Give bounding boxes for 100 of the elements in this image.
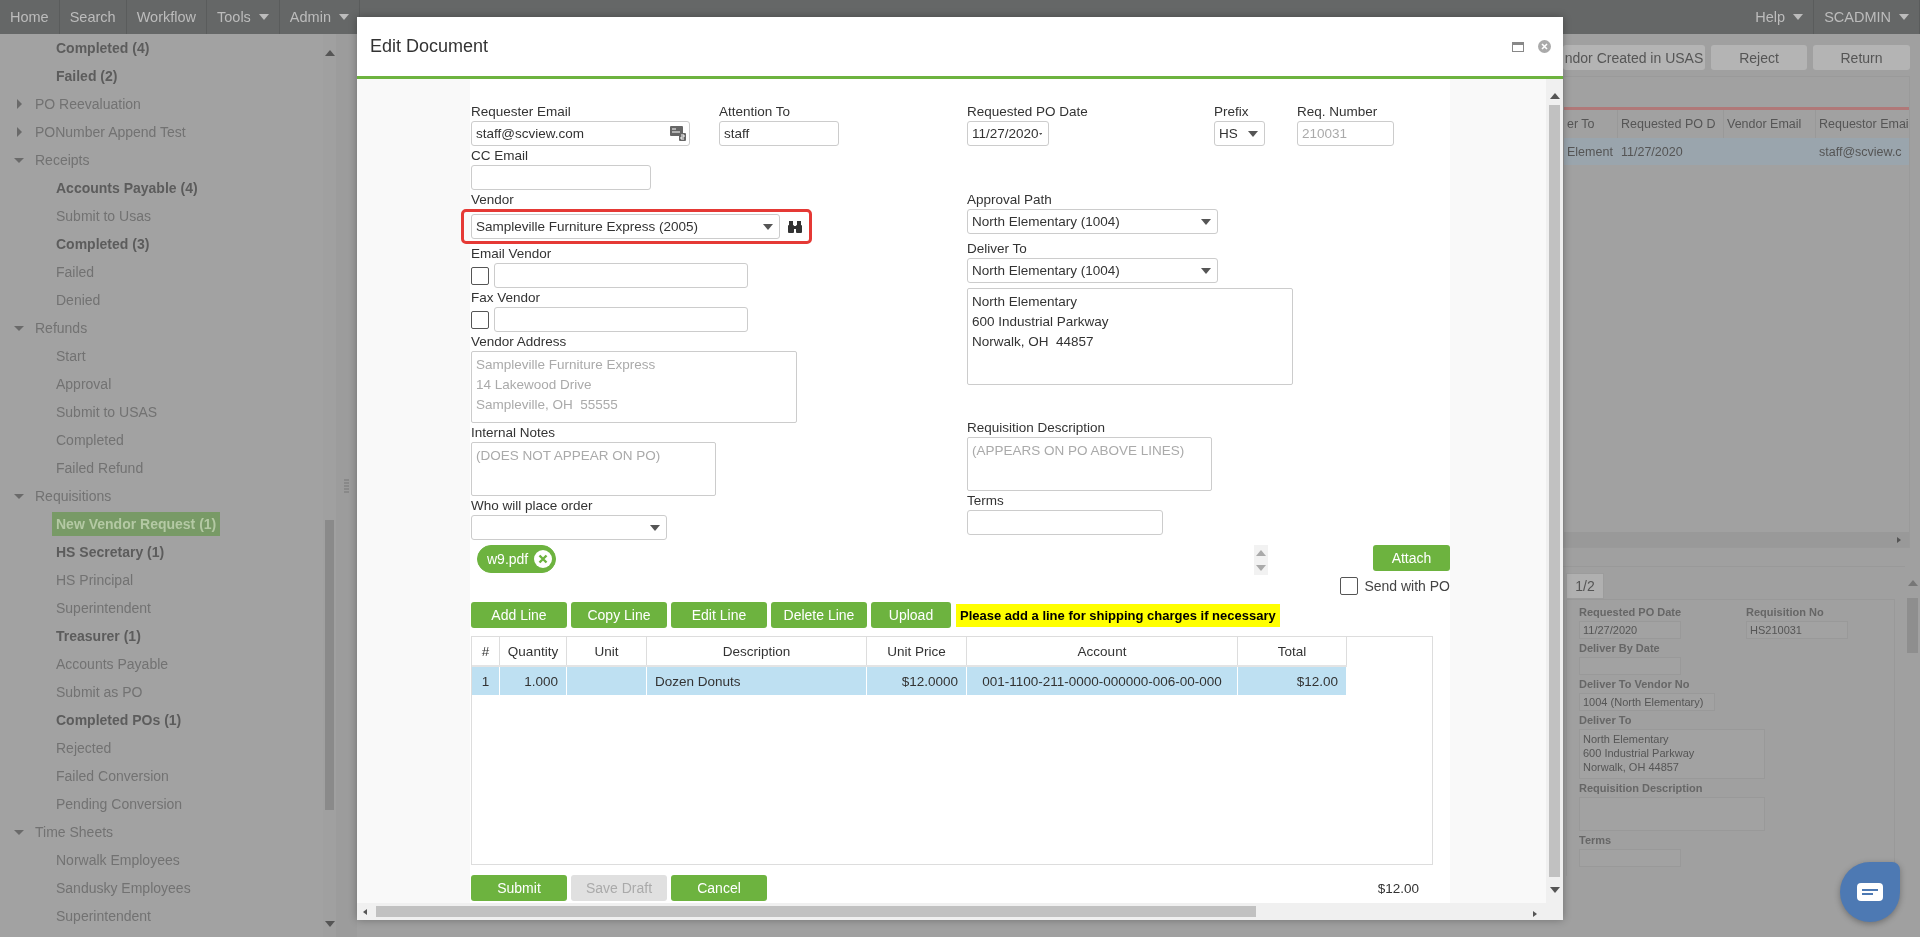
sidebar-item[interactable]: Accounts Payable (4) — [0, 174, 323, 202]
checkbox[interactable] — [471, 310, 489, 329]
vendor-select[interactable]: Sampleville Furniture Express (2005) — [471, 214, 780, 239]
order-placer-select[interactable] — [471, 515, 667, 540]
scroll-up-icon — [1549, 93, 1560, 99]
details-input[interactable]: 11/27/2020 — [1579, 621, 1681, 639]
field-label: Fax Vendor — [471, 289, 542, 307]
line-button[interactable]: Add Line — [471, 602, 567, 628]
sidebar-item[interactable]: Completed POs (1) — [0, 706, 323, 734]
line-button[interactable]: Edit Line — [671, 602, 767, 628]
contact-card-icon[interactable] — [670, 125, 686, 141]
terms-field[interactable] — [967, 510, 1163, 535]
field-label: Requisition No — [1746, 606, 1825, 620]
binoculars-icon[interactable] — [788, 220, 802, 233]
footer-button[interactable]: Cancel — [671, 875, 767, 901]
caret-icon — [650, 524, 660, 531]
checkbox[interactable] — [471, 266, 489, 285]
field-label: Deliver To — [967, 240, 1028, 258]
approval-path-select[interactable]: North Elementary (1004) — [967, 209, 1218, 234]
field-label: Deliver To — [1579, 714, 1633, 728]
field-label: Deliver By Date — [1579, 642, 1661, 656]
delivery-address-field[interactable]: North Elementary 600 Industrial Parkway Norwalk, OH 44857 — [967, 288, 1293, 385]
maximize-icon[interactable] — [1512, 41, 1524, 52]
pager-tab[interactable]: 1/2 — [1566, 573, 1604, 599]
sidebar-item[interactable]: HS Secretary (1) — [0, 538, 323, 566]
chat-button[interactable] — [1840, 862, 1900, 922]
scrollbar[interactable] — [1564, 532, 1909, 547]
nav-link[interactable]: Help — [1745, 0, 1815, 34]
field-label: Requester Email — [471, 103, 572, 121]
sidebar-item[interactable]: Completed (4) — [0, 34, 323, 62]
internal-notes-field[interactable]: (DOES NOT APPEAR ON PO) — [471, 442, 716, 496]
caret-icon — [1248, 130, 1258, 137]
vendor-contact-field[interactable] — [494, 307, 748, 332]
scrollbar[interactable] — [1546, 79, 1563, 903]
line-button[interactable]: Delete Line — [771, 602, 867, 628]
caret-icon — [1201, 218, 1211, 225]
remove-icon[interactable] — [534, 550, 553, 568]
footer-button[interactable]: Submit — [471, 875, 567, 901]
caret-icon — [1793, 14, 1804, 20]
scrollbar[interactable] — [1254, 545, 1268, 575]
field-label: Vendor Address — [471, 333, 568, 351]
line-button[interactable]: Copy Line — [571, 602, 667, 628]
sidebar-item[interactable]: Failed (2) — [0, 62, 323, 90]
scroll-up-icon — [1907, 580, 1918, 586]
deliver-to-select[interactable]: North Elementary (1004) — [967, 258, 1218, 283]
cc-email-field[interactable] — [471, 165, 651, 190]
field-label: Vendor — [471, 191, 515, 209]
nav-link[interactable]: SCADMIN — [1814, 0, 1920, 34]
column-header[interactable]: # — [472, 637, 500, 665]
scroll-thumb[interactable] — [376, 906, 1256, 917]
attention-to-field[interactable]: staff — [719, 121, 839, 146]
scrollbar[interactable] — [357, 903, 1563, 920]
caret-icon — [1899, 14, 1909, 20]
column-header[interactable]: Unit — [567, 637, 647, 665]
field-label: Terms — [1579, 834, 1613, 848]
action-button[interactable]: Reject — [1711, 45, 1807, 70]
field-label: Terms — [967, 492, 1005, 510]
prefix-select[interactable]: HS — [1214, 121, 1265, 146]
column-header[interactable]: Quantity — [500, 637, 567, 665]
vendor-contact-field[interactable] — [494, 263, 748, 288]
sidebar-item[interactable]: New Vendor Request (1) — [0, 510, 323, 538]
date-select[interactable]: 11/27/2020 — [967, 121, 1049, 146]
close-icon[interactable] — [1538, 40, 1551, 53]
checkbox[interactable] — [1340, 577, 1359, 595]
field-label: Approval Path — [967, 191, 1053, 209]
scroll-down-icon — [1549, 887, 1560, 893]
scroll-thumb[interactable] — [1549, 105, 1560, 877]
scroll-up-icon — [1256, 549, 1266, 556]
details-input[interactable]: 1004 (North Elementary) — [1579, 693, 1715, 711]
field-label: Requested PO Date — [967, 103, 1089, 121]
dialog-title: Edit Document — [370, 36, 489, 57]
sidebar-item[interactable]: Completed (3) — [0, 230, 323, 258]
column-header[interactable]: Account — [967, 637, 1238, 665]
field-label: Prefix — [1214, 103, 1250, 121]
field-label: Requisition Description — [1579, 782, 1704, 796]
line-button[interactable]: Upload — [871, 602, 951, 628]
column-header[interactable]: Unit Price — [867, 637, 967, 665]
sidebar-item[interactable]: Treasurer (1) — [0, 622, 323, 650]
field-label: Deliver To Vendor No — [1579, 678, 1691, 692]
description-field[interactable]: (APPEARS ON PO ABOVE LINES) — [967, 437, 1212, 491]
grid-row[interactable]: Element 11/27/2020 staff@scview.c — [1564, 138, 1909, 165]
action-button[interactable]: ndor Created in USAS — [1563, 45, 1705, 70]
requester-email-field[interactable]: staff@scview.com — [471, 121, 690, 146]
field-label: CC Email — [471, 147, 529, 165]
caret-icon — [763, 223, 773, 230]
scroll-up-icon — [324, 50, 335, 56]
send-with-po-label[interactable]: Send with PO — [1340, 577, 1450, 595]
details-input[interactable]: HS210031 — [1746, 621, 1848, 639]
column-header[interactable]: Description — [647, 637, 867, 665]
table-row[interactable]: 1 1.000 Dozen Donuts $12.0000 001-1100-211-0000-000000-006-00-000 $12.00 — [472, 667, 1347, 695]
attach-button[interactable]: Attach — [1373, 545, 1450, 571]
total-amount: $12.00 — [1377, 880, 1419, 896]
field-label: Attention To — [719, 103, 792, 121]
attachment-chip[interactable]: w9.pdf — [477, 545, 557, 573]
caret-icon — [258, 14, 269, 20]
action-button[interactable]: Return — [1813, 45, 1910, 70]
field-label: Requested PO Date — [1579, 606, 1683, 620]
details-textarea[interactable]: North Elementary 600 Industrial Parkway Norwalk, OH 44857 — [1579, 729, 1765, 779]
chat-icon — [1857, 883, 1883, 901]
column-header[interactable]: Total — [1238, 637, 1347, 665]
